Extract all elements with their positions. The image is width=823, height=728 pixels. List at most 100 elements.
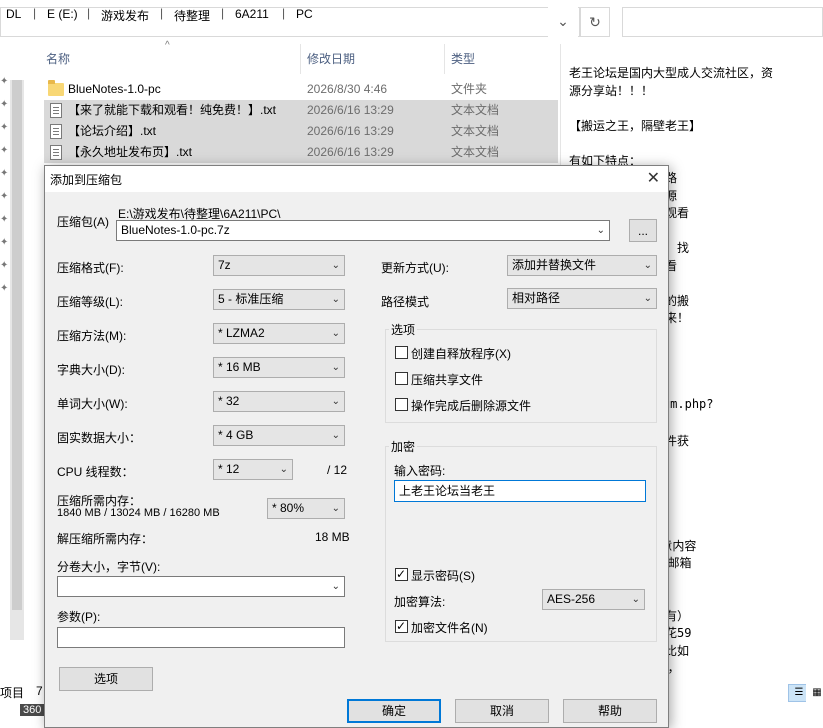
chevron-down-icon: ⌄ bbox=[643, 260, 652, 271]
file-row[interactable]: 【来了就能下载和观看！纯免费！】.txt 2026/6/16 13:29 文本文… bbox=[44, 100, 558, 121]
compress-shared-label[interactable]: 压缩共享文件 bbox=[411, 371, 483, 388]
scrollbar-thumb[interactable] bbox=[12, 80, 22, 610]
breadcrumb-separator-icon: | bbox=[282, 6, 286, 20]
pin-icon: ✦ bbox=[0, 76, 9, 87]
pin-icon: ✦ bbox=[0, 168, 9, 179]
chevron-down-icon[interactable]: ⌄ bbox=[597, 221, 605, 240]
chevron-down-icon[interactable]: ⌄ bbox=[332, 577, 340, 596]
preview-text-line: 【搬运之王，隔壁老王】 bbox=[569, 118, 702, 133]
column-header-type[interactable]: 类型 bbox=[451, 44, 475, 74]
show-password-checkbox[interactable] bbox=[395, 566, 408, 582]
breadcrumb-dl[interactable]: DL bbox=[6, 7, 21, 21]
decompress-memory-label: 解压缩所需内存： bbox=[57, 532, 154, 546]
update-mode-dropdown[interactable]: 添加并替换文件 ⌄ bbox=[507, 255, 657, 276]
create-sfx-checkbox[interactable] bbox=[395, 346, 408, 359]
password-input[interactable]: 上老王论坛当老王 bbox=[394, 480, 646, 502]
encrypt-names-checkbox[interactable] bbox=[395, 618, 408, 634]
word-size-label: 单词大小(W): bbox=[57, 397, 128, 411]
chevron-down-icon: ⌄ bbox=[631, 594, 640, 605]
compress-shared-checkbox[interactable] bbox=[395, 372, 408, 385]
chevron-down-icon: ⌄ bbox=[279, 464, 288, 475]
search-input[interactable] bbox=[622, 7, 823, 37]
path-mode-dropdown[interactable]: 相对路径 ⌄ bbox=[507, 288, 657, 309]
encryption-method-dropdown[interactable]: AES-256 ⌄ bbox=[542, 589, 645, 610]
encryption-method-label: 加密算法: bbox=[394, 595, 446, 609]
folder-icon bbox=[48, 80, 64, 96]
breadcrumb-6a211[interactable]: 6A211 bbox=[235, 7, 269, 21]
pin-icon: ✦ bbox=[0, 283, 9, 294]
cpu-threads-label: CPU 线程数： bbox=[57, 465, 134, 479]
create-sfx-label[interactable]: 创建自释放程序(X) bbox=[411, 345, 511, 362]
dictionary-label: 字典大小(D): bbox=[57, 363, 125, 377]
level-label: 压缩等级(L): bbox=[57, 295, 124, 309]
parameters-label: 参数(P): bbox=[57, 610, 101, 624]
format-dropdown[interactable]: 7z ⌄ bbox=[213, 255, 345, 276]
chevron-down-icon: ⌄ bbox=[643, 293, 652, 304]
text-file-icon bbox=[50, 145, 62, 160]
address-bar: DL | E (E:) | 游戏发布 | 待整理 | 6A211 | PC ⌄ … bbox=[0, 0, 823, 44]
cpu-threads-dropdown[interactable]: * 12 ⌄ bbox=[213, 459, 293, 480]
method-label: 压缩方法(M): bbox=[57, 329, 127, 343]
options-button[interactable]: 选项 bbox=[59, 667, 153, 691]
level-dropdown[interactable]: 5 - 标准压缩 ⌄ bbox=[213, 289, 345, 310]
browse-button[interactable]: ... bbox=[629, 219, 657, 242]
breadcrumb-game-release[interactable]: 游戏发布 bbox=[101, 7, 149, 24]
file-row[interactable]: 【论坛介绍】.txt 2026/6/16 13:29 文本文档 bbox=[44, 121, 558, 142]
ok-button[interactable]: 确定 bbox=[347, 699, 441, 723]
column-header-date[interactable]: 修改日期 bbox=[307, 44, 355, 74]
chevron-down-icon: ⌄ bbox=[331, 294, 340, 305]
thumbnails-view-icon[interactable]: ▦ bbox=[806, 684, 823, 702]
encrypt-names-label[interactable]: 加密文件名(N) bbox=[411, 619, 488, 636]
dictionary-dropdown[interactable]: * 16 MB ⌄ bbox=[213, 357, 345, 378]
chevron-down-icon: ⌄ bbox=[331, 396, 340, 407]
chevron-down-icon: ⌄ bbox=[331, 430, 340, 441]
memory-value: 1840 MB / 13024 MB / 16280 MB bbox=[57, 507, 220, 519]
dialog-titlebar[interactable]: 添加到压缩包 ✕ bbox=[45, 166, 668, 192]
file-row[interactable]: BlueNotes-1.0-pc 2026/8/30 4:46 文件夹 bbox=[44, 79, 558, 100]
show-password-label[interactable]: 显示密码(S) bbox=[411, 567, 475, 584]
text-file-icon bbox=[50, 124, 62, 139]
breadcrumb-separator-icon: | bbox=[221, 6, 225, 20]
refresh-icon[interactable]: ↻ bbox=[580, 7, 610, 37]
text-file-icon bbox=[50, 103, 62, 118]
pin-icon: ✦ bbox=[0, 145, 9, 156]
breadcrumb-separator-icon: | bbox=[33, 6, 37, 20]
pin-icon: ✦ bbox=[0, 191, 9, 202]
solid-size-label: 固实数据大小： bbox=[57, 431, 142, 445]
word-size-dropdown[interactable]: * 32 ⌄ bbox=[213, 391, 345, 412]
archive-name-combobox[interactable]: BlueNotes-1.0-pc.7z ⌄ bbox=[116, 220, 610, 241]
nav-scrollbar[interactable] bbox=[10, 80, 24, 640]
preview-text-line: 源分享站！！！ bbox=[569, 83, 654, 98]
split-size-combobox[interactable]: ⌄ bbox=[57, 576, 345, 597]
parameters-input[interactable] bbox=[57, 627, 345, 648]
delete-after-label[interactable]: 操作完成后删除源文件 bbox=[411, 397, 531, 414]
breadcrumb-pending[interactable]: 待整理 bbox=[174, 7, 210, 24]
memory-percent-dropdown[interactable]: * 80% ⌄ bbox=[267, 498, 345, 519]
breadcrumb-separator-icon: | bbox=[87, 6, 91, 20]
column-separator[interactable] bbox=[300, 44, 301, 74]
dialog-title: 添加到压缩包 bbox=[50, 173, 123, 187]
solid-size-dropdown[interactable]: * 4 GB ⌄ bbox=[213, 425, 345, 446]
method-dropdown[interactable]: * LZMA2 ⌄ bbox=[213, 323, 345, 344]
cancel-button[interactable]: 取消 bbox=[455, 699, 549, 723]
close-icon[interactable]: ✕ bbox=[647, 168, 660, 188]
breadcrumb-pc[interactable]: PC bbox=[296, 7, 313, 21]
status-tray-label: 360 bbox=[20, 704, 45, 716]
pin-icon: ✦ bbox=[0, 237, 9, 248]
help-button[interactable]: 帮助 bbox=[563, 699, 657, 723]
update-mode-label: 更新方式(U): bbox=[381, 261, 449, 275]
breadcrumb-drive-e[interactable]: E (E:) bbox=[47, 7, 78, 21]
column-header-name[interactable]: 名称 bbox=[46, 44, 70, 74]
encryption-group-title: 加密 bbox=[389, 438, 418, 455]
preview-text-line: 老王论坛是国内大型成人交流社区，资 bbox=[569, 66, 774, 80]
pin-icon: ✦ bbox=[0, 214, 9, 225]
file-row[interactable]: 【永久地址发布页】.txt 2026/6/16 13:29 文本文档 bbox=[44, 142, 558, 163]
cpu-threads-total: / 12 bbox=[327, 463, 348, 477]
chevron-down-icon[interactable]: ⌄ bbox=[548, 7, 578, 37]
decompress-memory-value: 18 MB bbox=[315, 530, 350, 544]
column-separator[interactable] bbox=[444, 44, 445, 74]
delete-after-checkbox[interactable] bbox=[395, 398, 408, 411]
navigation-pane: ✦ ✦ ✦ ✦ ✦ ✦ ✦ ✦ ✦ ✦ bbox=[0, 44, 10, 684]
pin-icon: ✦ bbox=[0, 260, 9, 271]
pin-icon: ✦ bbox=[0, 99, 9, 110]
